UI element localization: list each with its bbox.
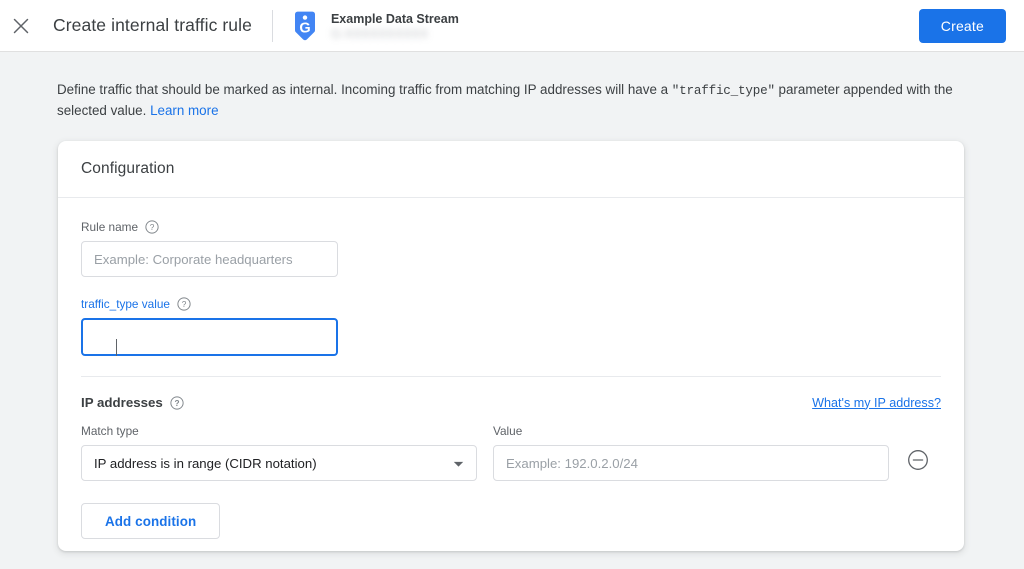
close-icon bbox=[12, 17, 30, 35]
match-type-select[interactable]: IP address is in range (CIDR notation) bbox=[81, 445, 477, 481]
google-tag-icon: G bbox=[291, 11, 319, 41]
configuration-fields: Rule name ? traffic_type value bbox=[58, 198, 964, 356]
traffic-type-label-text: traffic_type value bbox=[81, 297, 170, 311]
match-type-column: Match type IP address is in range (CIDR … bbox=[81, 424, 477, 481]
stream-measurement-id: G-XXXXXXXXXX bbox=[330, 26, 429, 41]
traffic-type-code: "traffic_type" bbox=[671, 84, 775, 98]
help-icon[interactable]: ? bbox=[145, 220, 159, 234]
intro-description: Define traffic that should be marked as … bbox=[57, 80, 962, 120]
svg-text:?: ? bbox=[174, 398, 179, 408]
help-icon[interactable]: ? bbox=[177, 297, 191, 311]
rule-name-label: Rule name ? bbox=[81, 220, 941, 234]
card-title: Configuration bbox=[81, 160, 175, 177]
match-type-label: Match type bbox=[81, 424, 139, 438]
stream-name: Example Data Stream bbox=[330, 11, 459, 26]
traffic-type-field-block: traffic_type value ? bbox=[81, 297, 941, 356]
ip-addresses-title: IP addresses ? bbox=[81, 395, 184, 410]
ip-addresses-title-text: IP addresses bbox=[81, 395, 163, 410]
rule-name-label-text: Rule name bbox=[81, 220, 139, 234]
traffic-type-value-input[interactable] bbox=[81, 318, 338, 356]
configuration-card: Configuration Rule name ? Example: Corpo… bbox=[58, 141, 964, 551]
chevron-down-icon bbox=[453, 456, 464, 471]
whats-my-ip-link[interactable]: What's my IP address? bbox=[812, 396, 941, 410]
value-label: Value bbox=[493, 424, 523, 438]
page-body: Define traffic that should be marked as … bbox=[0, 53, 1024, 569]
value-column: Value bbox=[493, 424, 889, 481]
stream-text-block: Example Data Stream G-XXXXXXXXXX bbox=[331, 10, 459, 42]
app-header: Create internal traffic rule G Example D… bbox=[0, 0, 1024, 52]
header-divider bbox=[271, 9, 273, 42]
add-condition-button[interactable]: Add condition bbox=[81, 503, 221, 539]
match-type-selected-value: IP address is in range (CIDR notation) bbox=[94, 455, 317, 471]
help-icon[interactable]: ? bbox=[170, 395, 184, 410]
traffic-type-label: traffic_type value ? bbox=[81, 297, 941, 311]
svg-text:?: ? bbox=[150, 222, 155, 232]
close-button[interactable] bbox=[6, 11, 36, 41]
intro-text-part1: Define traffic that should be marked as … bbox=[57, 82, 672, 97]
svg-text:G: G bbox=[299, 20, 310, 36]
create-button[interactable]: Create bbox=[918, 9, 1006, 43]
ip-condition-row: Match type IP address is in range (CIDR … bbox=[58, 410, 964, 481]
ip-addresses-header: IP addresses ? What's my IP address? bbox=[58, 377, 964, 410]
rule-name-field-block: Rule name ? bbox=[81, 220, 941, 277]
card-header: Configuration bbox=[58, 141, 964, 198]
text-cursor bbox=[116, 339, 117, 356]
remove-condition-button[interactable] bbox=[906, 449, 930, 476]
remove-circle-icon bbox=[907, 449, 929, 476]
svg-text:?: ? bbox=[182, 299, 187, 309]
ip-value-input[interactable] bbox=[493, 445, 889, 481]
page-title: Create internal traffic rule bbox=[53, 15, 252, 35]
rule-name-input[interactable] bbox=[81, 241, 338, 277]
learn-more-link[interactable]: Learn more bbox=[150, 103, 218, 118]
data-stream-info: G Example Data Stream G-XXXXXXXXXX bbox=[291, 10, 459, 42]
